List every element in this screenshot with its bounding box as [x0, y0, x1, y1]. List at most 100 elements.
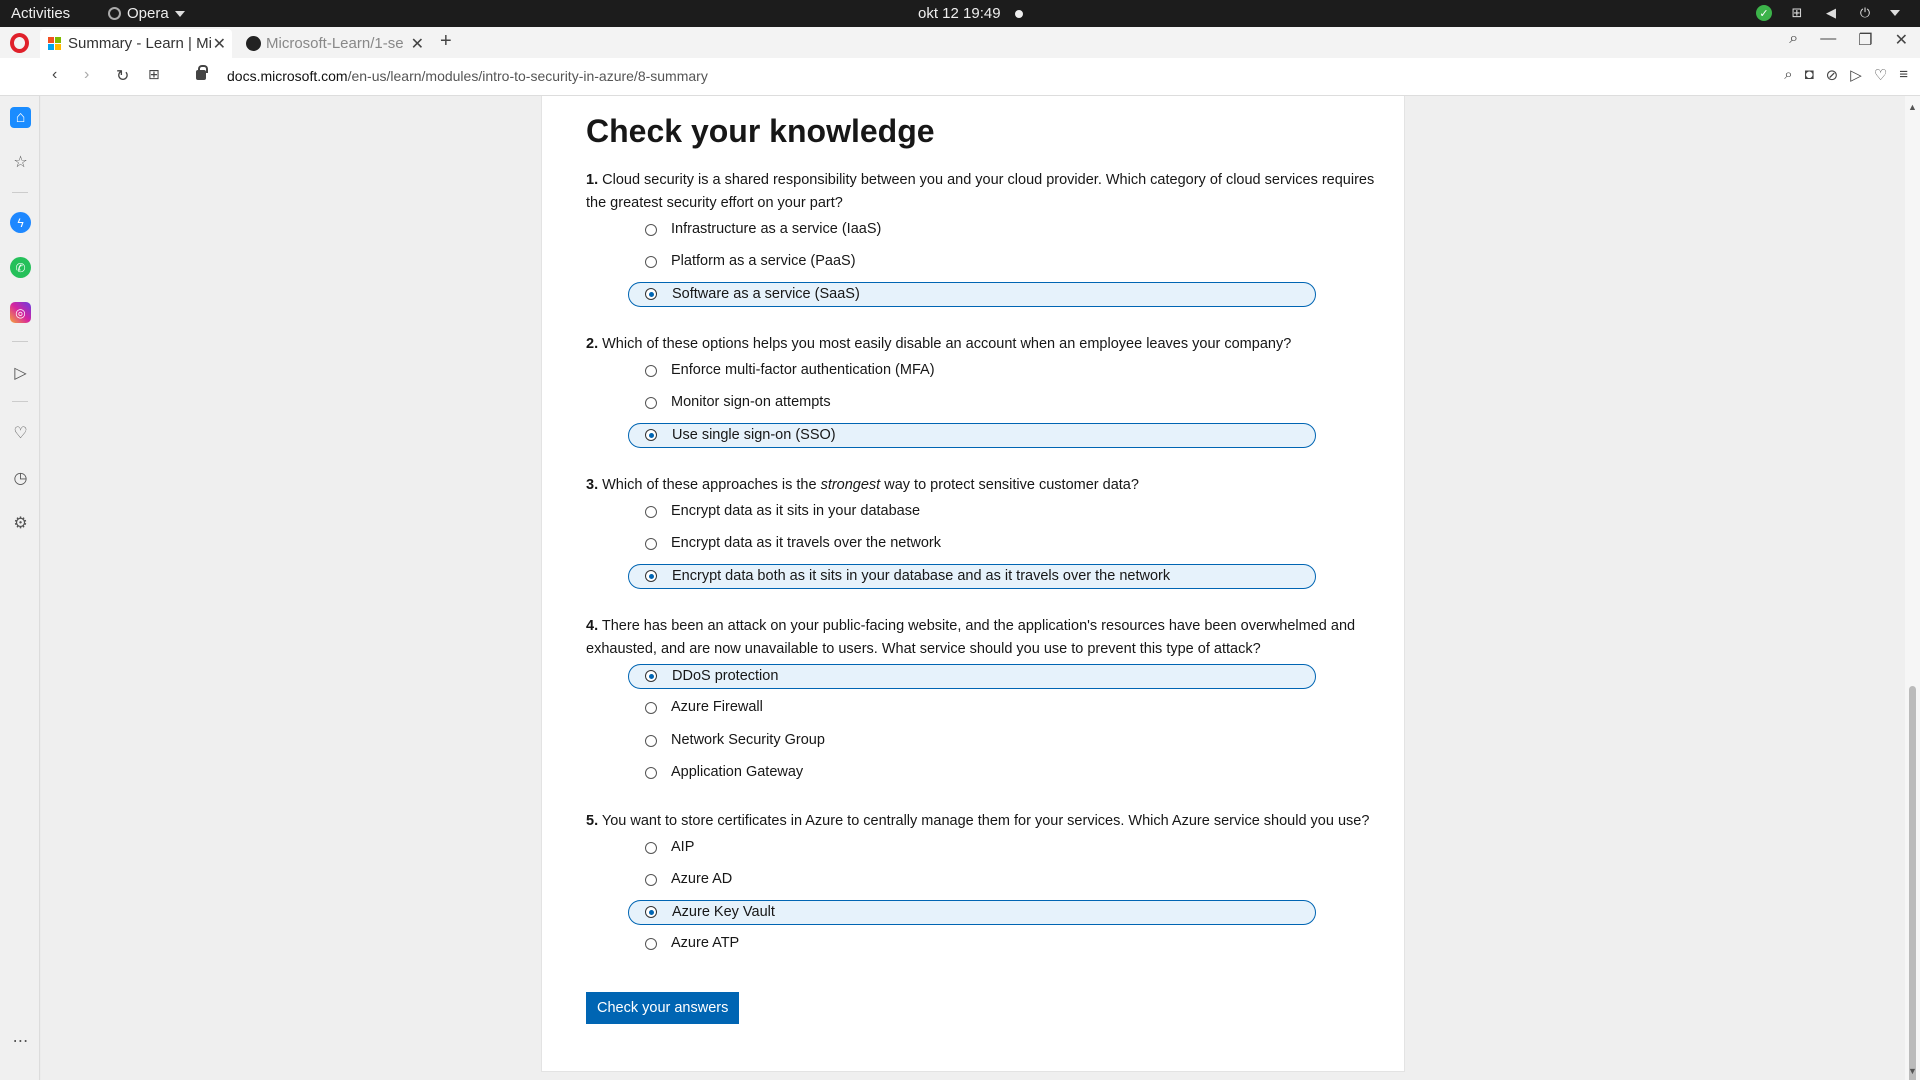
option-q1-paas[interactable]: Platform as a service (PaaS) [628, 250, 1316, 275]
radio-button[interactable] [645, 288, 657, 300]
close-icon[interactable]: ✕ [1895, 30, 1908, 50]
opera-icon [108, 7, 121, 20]
power-icon[interactable]: ⏻ [1856, 4, 1874, 22]
radio-button[interactable] [645, 429, 657, 441]
search-icon[interactable]: ⌕ [1789, 30, 1798, 50]
option-q3-in-transit[interactable]: Encrypt data as it travels over the netw… [628, 532, 1316, 557]
radio-button[interactable] [645, 767, 657, 779]
adblock-icon[interactable]: ⊘ [1826, 66, 1839, 84]
star-icon[interactable]: ☆ [10, 151, 31, 172]
option-q3-both[interactable]: Encrypt data both as it sits in your dat… [628, 564, 1316, 589]
question-4: 4. There has been an attack on your publ… [586, 615, 1376, 661]
option-q5-azure-ad[interactable]: Azure AD [628, 868, 1316, 893]
option-q4-firewall[interactable]: Azure Firewall [628, 696, 1316, 721]
close-icon[interactable]: ✕ [213, 34, 226, 54]
radio-button[interactable] [645, 224, 657, 236]
tab-summary-learn[interactable]: Summary - Learn | Mi ✕ [40, 29, 232, 58]
new-tab-button[interactable]: + [440, 30, 452, 53]
lock-icon[interactable] [196, 65, 208, 80]
question-text: Which of these options helps you most ea… [602, 336, 1292, 352]
option-q4-app-gateway[interactable]: Application Gateway [628, 761, 1316, 786]
option-q4-ddos[interactable]: DDoS protection [628, 664, 1316, 689]
app-name: Opera [127, 5, 169, 22]
option-q1-iaas[interactable]: Infrastructure as a service (IaaS) [628, 218, 1316, 243]
option-q2-mfa[interactable]: Enforce multi-factor authentication (MFA… [628, 359, 1316, 384]
question-3: 3. Which of these approaches is the stro… [586, 474, 1376, 497]
radio-button[interactable] [645, 702, 657, 714]
history-icon[interactable]: ◷ [10, 467, 31, 488]
more-icon[interactable]: ⋯ [10, 1030, 31, 1051]
forward-icon[interactable]: › [84, 66, 89, 84]
minimize-icon[interactable]: — [1820, 30, 1836, 50]
home-icon[interactable]: ⌂ [10, 107, 31, 128]
radio-button[interactable] [645, 842, 657, 854]
radio-button[interactable] [645, 538, 657, 550]
url-path: /en-us/learn/modules/intro-to-security-i… [347, 68, 708, 84]
option-label: Software as a service (SaaS) [672, 286, 860, 302]
tab-label: Microsoft-Learn/1-se [266, 35, 404, 52]
instagram-icon[interactable]: ◎ [10, 302, 31, 323]
divider [12, 192, 28, 193]
radio-button[interactable] [645, 938, 657, 950]
whatsapp-icon[interactable]: ✆ [10, 257, 31, 278]
radio-button[interactable] [645, 906, 657, 918]
restore-icon[interactable]: ❐ [1858, 30, 1872, 50]
heart-icon[interactable]: ♡ [10, 422, 31, 443]
radio-button[interactable] [645, 397, 657, 409]
question-number: 1. [586, 172, 599, 188]
network-icon[interactable]: ⊞ [1788, 4, 1806, 22]
scroll-down-icon[interactable]: ▼ [1908, 1066, 1917, 1076]
option-q2-monitor[interactable]: Monitor sign-on attempts [628, 391, 1316, 416]
back-icon[interactable]: ‹ [52, 66, 57, 84]
question-number: 2. [586, 336, 599, 352]
option-q5-key-vault[interactable]: Azure Key Vault [628, 900, 1316, 925]
system-tray[interactable]: ✓ ⊞ ◀ ⏻ [1756, 4, 1900, 22]
option-q1-saas[interactable]: Software as a service (SaaS) [628, 282, 1316, 307]
app-menu[interactable]: Opera [108, 5, 185, 22]
radio-button[interactable] [645, 670, 657, 682]
radio-button[interactable] [645, 506, 657, 518]
question-text: Which of these approaches is the [602, 477, 821, 493]
heart-icon[interactable]: ♡ [1874, 66, 1887, 84]
option-q2-sso[interactable]: Use single sign-on (SSO) [628, 423, 1316, 448]
question-text: way to protect sensitive customer data? [880, 477, 1139, 493]
radio-button[interactable] [645, 874, 657, 886]
question-text: There has been an attack on your public-… [586, 618, 1356, 657]
radio-button[interactable] [645, 365, 657, 377]
option-q4-nsg[interactable]: Network Security Group [628, 729, 1316, 754]
reload-icon[interactable]: ↻ [116, 66, 129, 86]
speed-dial-icon[interactable]: ⊞ [148, 66, 160, 83]
chevron-down-icon[interactable] [1890, 10, 1900, 16]
url-domain: docs.microsoft.com [227, 68, 348, 84]
easy-setup-icon[interactable]: ≡ [1899, 66, 1908, 84]
check-icon[interactable]: ✓ [1756, 5, 1772, 21]
question-text: Cloud security is a shared responsibilit… [586, 172, 1375, 211]
page-title: Check your knowledge [586, 113, 935, 149]
camera-icon[interactable]: ◘ [1805, 66, 1814, 84]
send-icon[interactable]: ▷ [10, 362, 31, 383]
check-answers-button[interactable]: Check your answers [586, 992, 740, 1024]
search-icon[interactable]: ⌕ [1784, 66, 1792, 84]
send-icon[interactable]: ▷ [1850, 66, 1862, 84]
page-scrollbar[interactable]: ▲ ▼ [1905, 96, 1920, 1080]
close-icon[interactable]: ✕ [411, 34, 424, 54]
question-number: 3. [586, 477, 599, 493]
clock[interactable]: okt 12 19:49 [918, 5, 1001, 22]
browser-tab-bar: Summary - Learn | Mi ✕ Microsoft-Learn/1… [0, 27, 1920, 58]
address-input[interactable]: docs.microsoft.com/en-us/learn/modules/i… [227, 68, 708, 84]
tab-microsoft-learn-github[interactable]: Microsoft-Learn/1-se ✕ [238, 29, 430, 58]
radio-button[interactable] [645, 570, 657, 582]
github-icon [246, 36, 261, 51]
volume-icon[interactable]: ◀ [1822, 4, 1840, 22]
scrollbar-thumb[interactable] [1909, 686, 1916, 1080]
opera-logo-icon[interactable] [10, 33, 29, 53]
option-q5-azure-atp[interactable]: Azure ATP [628, 932, 1316, 957]
activities-button[interactable]: Activities [11, 5, 70, 22]
radio-button[interactable] [645, 256, 657, 268]
settings-icon[interactable]: ⚙ [10, 512, 31, 533]
scroll-up-icon[interactable]: ▲ [1908, 102, 1917, 112]
radio-button[interactable] [645, 735, 657, 747]
option-q3-at-rest[interactable]: Encrypt data as it sits in your database [628, 500, 1316, 525]
messenger-icon[interactable]: ϟ [10, 212, 31, 233]
option-q5-aip[interactable]: AIP [628, 836, 1316, 861]
